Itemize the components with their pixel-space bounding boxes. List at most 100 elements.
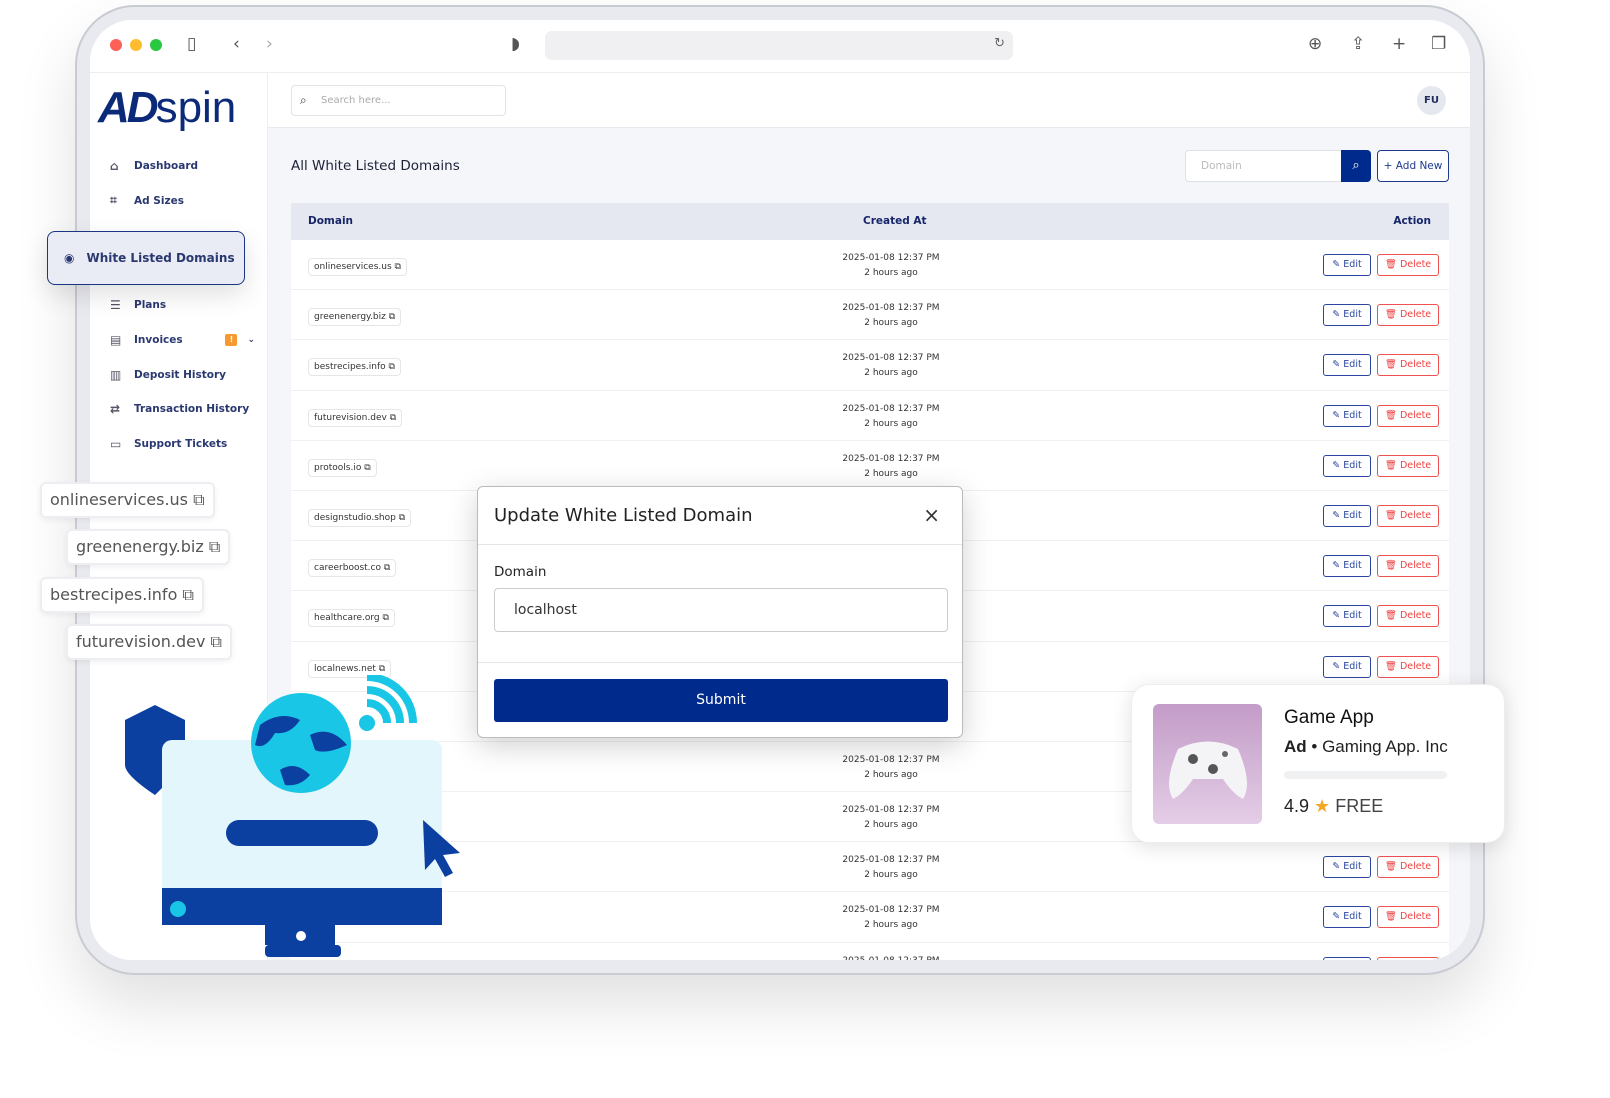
delete-button[interactable]: 🗑 Delete — [1377, 856, 1439, 879]
edit-button[interactable]: ✎ Edit — [1323, 906, 1371, 929]
created-date: 2025-01-08 12:37 PM — [842, 253, 940, 263]
edit-button[interactable]: ✎ Edit — [1323, 504, 1371, 527]
avatar[interactable]: FU — [1417, 86, 1446, 115]
pencil-icon: ✎ — [1332, 911, 1341, 923]
new-tab-icon[interactable]: + — [1392, 34, 1406, 54]
domain-text: healthcare.org — [314, 613, 380, 624]
delete-button[interactable]: 🗑 Delete — [1377, 504, 1439, 527]
ad-card[interactable]: Game App Ad • Gaming App. Inc 4.9 ★ FREE — [1131, 684, 1505, 843]
sidebar-item-transaction-history[interactable]: ⇄ Transaction History — [110, 402, 249, 416]
delete-button[interactable]: 🗑 Delete — [1377, 906, 1439, 929]
edit-button[interactable]: ✎ Edit — [1323, 956, 1371, 960]
globe-icon: ◉ — [64, 251, 75, 265]
edit-label: Edit — [1343, 309, 1362, 321]
sidebar-item-support-tickets[interactable]: ▭ Support Tickets — [110, 437, 227, 451]
domain-text: protools.io — [314, 462, 362, 473]
minimize-window-button[interactable] — [130, 39, 142, 51]
sidebar-icon[interactable]: ▯ — [187, 34, 196, 54]
delete-label: Delete — [1399, 409, 1432, 421]
sidebar-item-ad-sizes[interactable]: ⌗ Ad Sizes — [110, 193, 184, 208]
domain-search-button[interactable]: ⌕ — [1341, 150, 1371, 182]
share-icon[interactable]: ⇪ — [1351, 34, 1365, 54]
domain-chip[interactable]: onlineservices.us ⧉ — [308, 258, 407, 276]
created-at: 2025-01-08 12:37 PM 2 hours ago — [821, 251, 961, 281]
delete-button[interactable]: 🗑 Delete — [1377, 404, 1439, 427]
delete-button[interactable]: 🗑 Delete — [1377, 254, 1439, 276]
download-icon[interactable]: ⊕ — [1308, 34, 1322, 54]
trash-icon: 🗑 — [1384, 660, 1397, 672]
delete-button[interactable]: 🗑 Delete — [1377, 555, 1439, 578]
delete-button[interactable]: 🗑 Delete — [1377, 956, 1439, 960]
relative-time: 2 hours ago — [864, 318, 918, 329]
copy-icon[interactable]: ⧉ — [389, 362, 395, 372]
copy-icon[interactable]: ⧉ — [389, 312, 395, 322]
relative-time: 2 hours ago — [864, 468, 918, 479]
delete-button[interactable]: 🗑 Delete — [1377, 655, 1439, 678]
delete-button[interactable]: 🗑 Delete — [1377, 605, 1439, 628]
sidebar-item-deposit-history[interactable]: ▥ Deposit History — [110, 368, 226, 382]
forward-icon[interactable]: › — [266, 34, 273, 54]
edit-button[interactable]: ✎ Edit — [1323, 454, 1371, 477]
close-icon[interactable]: × — [923, 503, 940, 527]
back-icon[interactable]: ‹ — [233, 34, 240, 54]
tabs-icon[interactable]: ❐ — [1431, 34, 1446, 54]
domain-chip[interactable]: futurevision.dev ⧉ — [308, 408, 403, 427]
delete-label: Delete — [1399, 660, 1432, 672]
adspin-logo[interactable]: ADspin — [98, 83, 236, 133]
delete-label: Delete — [1399, 459, 1432, 471]
domain-chip[interactable]: bestrecipes.info ⧉ — [308, 358, 401, 377]
copy-icon: ⧉ — [193, 490, 205, 509]
invoice-icon: ▤ — [110, 333, 122, 347]
sidebar-item-invoices[interactable]: ▤ Invoices! ⌄ — [110, 333, 255, 347]
edit-label: Edit — [1343, 911, 1362, 923]
copy-icon[interactable]: ⧉ — [399, 513, 405, 523]
domain-chip[interactable]: designstudio.shop ⧉ — [308, 508, 412, 527]
star-icon: ★ — [1314, 796, 1331, 816]
sidebar-item-label: Deposit History — [134, 369, 226, 381]
delete-button[interactable]: 🗑 Delete — [1377, 454, 1439, 477]
edit-button[interactable]: ✎ Edit — [1323, 655, 1371, 678]
sidebar-item-label: Plans — [134, 299, 167, 311]
created-at: 2025-01-08 12:37 PM 2 hours ago — [821, 301, 961, 331]
delete-button[interactable]: 🗑 Delete — [1377, 354, 1439, 377]
edit-button[interactable]: ✎ Edit — [1323, 304, 1371, 327]
copy-icon[interactable]: ⧉ — [383, 613, 389, 623]
search-input[interactable]: ⌕ Search here... — [291, 85, 506, 116]
address-bar[interactable]: ↻ — [545, 31, 1013, 60]
trash-icon: 🗑 — [1384, 911, 1397, 923]
edit-button[interactable]: ✎ Edit — [1323, 404, 1371, 427]
close-window-button[interactable] — [110, 39, 122, 51]
edit-button[interactable]: ✎ Edit — [1323, 254, 1371, 276]
chevron-down-icon[interactable]: ⌄ — [247, 335, 255, 345]
created-at: 2025-01-08 12:37 PM 2 hours ago — [821, 853, 961, 883]
edit-button[interactable]: ✎ Edit — [1323, 605, 1371, 628]
copy-icon[interactable]: ⧉ — [395, 262, 401, 272]
shield-icon[interactable]: ◗ — [511, 34, 520, 54]
trash-icon: 🗑 — [1384, 459, 1397, 471]
maximize-window-button[interactable] — [150, 39, 162, 51]
add-new-button[interactable]: + Add New — [1377, 150, 1449, 182]
created-date: 2025-01-08 12:37 PM — [842, 905, 940, 916]
sidebar-item-white-listed-domains[interactable]: ◉ White Listed Domains — [47, 231, 245, 285]
edit-button[interactable]: ✎ Edit — [1323, 856, 1371, 879]
copy-icon[interactable]: ⧉ — [384, 563, 390, 573]
domain-chip[interactable]: protools.io ⧉ — [308, 458, 377, 477]
reload-icon[interactable]: ↻ — [994, 36, 1005, 51]
domain-chip[interactable]: healthcare.org ⧉ — [308, 609, 395, 628]
edit-button[interactable]: ✎ Edit — [1323, 555, 1371, 578]
domain-text: designstudio.shop — [314, 512, 396, 523]
copy-icon[interactable]: ⧉ — [390, 413, 396, 423]
copy-icon[interactable]: ⧉ — [364, 463, 370, 473]
trash-icon: 🗑 — [1384, 509, 1397, 521]
domain-filter-input[interactable]: Domain — [1185, 150, 1342, 182]
domain-chip[interactable]: careerboost.co ⧉ — [308, 559, 397, 578]
sidebar-item-plans[interactable]: ☰ Plans — [110, 298, 166, 312]
domain-chip[interactable]: greenenergy.biz ⧉ — [308, 308, 402, 327]
copy-icon[interactable]: ⧉ — [379, 664, 385, 674]
sidebar-item-dashboard[interactable]: ⌂ Dashboard — [110, 159, 198, 173]
domain-field[interactable]: localhost — [494, 588, 948, 632]
submit-button[interactable]: Submit — [494, 679, 948, 722]
created-at: 2025-01-08 12:37 PM 2 hours ago — [821, 753, 961, 783]
delete-button[interactable]: 🗑 Delete — [1377, 304, 1439, 327]
edit-button[interactable]: ✎ Edit — [1323, 354, 1371, 377]
